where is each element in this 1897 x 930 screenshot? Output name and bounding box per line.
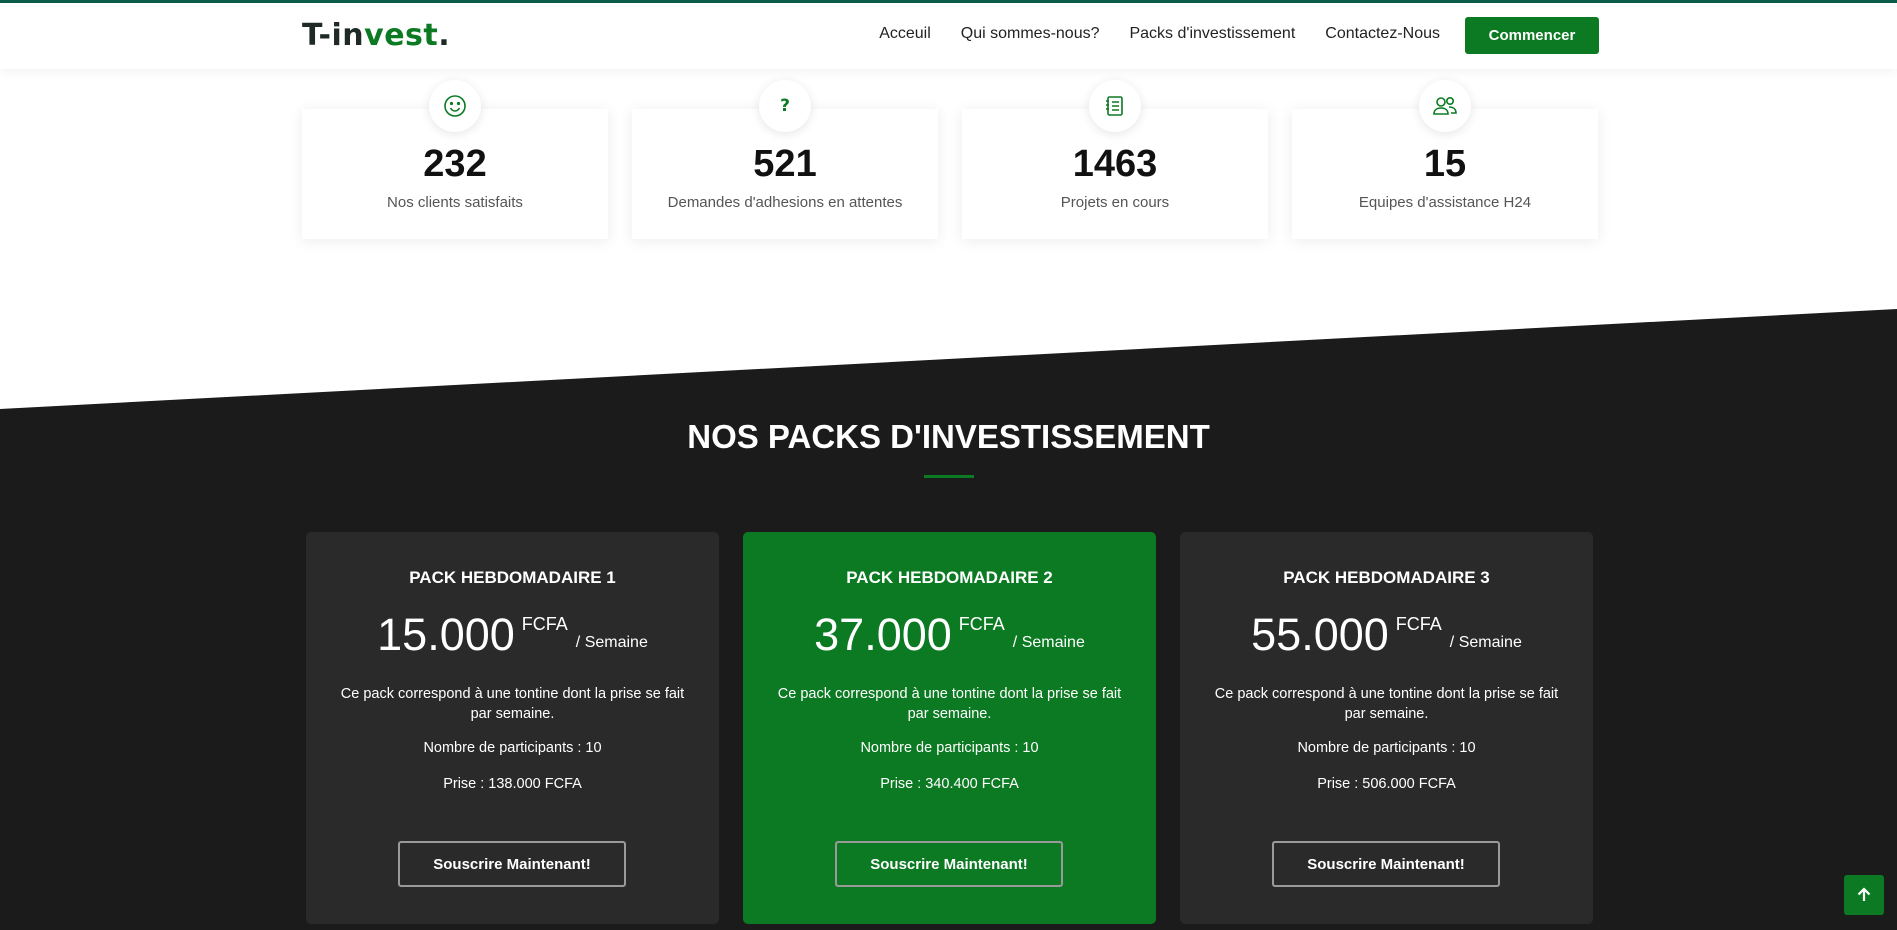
- pack-title: PACK HEBDOMADAIRE 3: [1283, 568, 1490, 587]
- pack-period: / Semaine: [1449, 634, 1522, 651]
- pack-price: 37.000 FCFA / Semaine: [743, 612, 1156, 657]
- stat-card-clients: 232 Nos clients satisfaits: [302, 80, 608, 239]
- pack-card-1: PACK HEBDOMADAIRE 1 15.000 FCFA / Semain…: [306, 532, 719, 924]
- nav-link-packs[interactable]: Packs d'investissement: [1129, 25, 1295, 43]
- nav-link-contact[interactable]: Contactez-Nous: [1325, 25, 1440, 43]
- pack-period: / Semaine: [575, 634, 648, 651]
- stat-card-projects: 1463 Projets en cours: [962, 80, 1268, 239]
- back-to-top-button[interactable]: [1844, 875, 1884, 915]
- subscribe-button[interactable]: Souscrire Maintenant!: [1272, 841, 1500, 887]
- pack-card-3: PACK HEBDOMADAIRE 3 55.000 FCFA / Semain…: [1180, 532, 1593, 924]
- stat-card-requests: ? 521 Demandes d'adhesions en attentes: [632, 80, 938, 239]
- site-header: T-invest. Acceuil Qui sommes-nous? Packs…: [0, 3, 1897, 69]
- stat-value: 1463: [1072, 143, 1158, 185]
- subscribe-button[interactable]: Souscrire Maintenant!: [835, 841, 1063, 887]
- pack-price: 55.000 FCFA / Semaine: [1180, 612, 1593, 657]
- pack-participants: Nombre de participants : 10: [1297, 740, 1476, 756]
- pack-prise: Prise : 506.000 FCFA: [1317, 776, 1456, 792]
- main-nav: Acceuil Qui sommes-nous? Packs d'investi…: [879, 25, 1440, 43]
- start-button[interactable]: Commencer: [1465, 17, 1599, 54]
- stat-label: Demandes d'adhesions en attentes: [667, 194, 903, 211]
- brand-logo[interactable]: T-invest.: [302, 18, 450, 53]
- stat-label: Equipes d'assistance H24: [1358, 194, 1532, 211]
- pack-participants: Nombre de participants : 10: [423, 740, 602, 756]
- pack-amount: 37.000: [814, 609, 952, 660]
- pack-amount: 55.000: [1251, 609, 1389, 660]
- pack-description: Ce pack correspond à une tontine dont la…: [340, 686, 685, 722]
- stat-label: Nos clients satisfaits: [387, 194, 523, 211]
- pack-currency: FCFA: [521, 614, 568, 634]
- nav-link-accueil[interactable]: Acceuil: [879, 25, 931, 43]
- people-icon: [1419, 80, 1471, 132]
- pack-amount: 15.000: [377, 609, 515, 660]
- document-list-icon: [1089, 80, 1141, 132]
- pack-price: 15.000 FCFA / Semaine: [306, 612, 719, 657]
- pack-description: Ce pack correspond à une tontine dont la…: [1214, 686, 1559, 722]
- pack-currency: FCFA: [958, 614, 1005, 634]
- pack-description: Ce pack correspond à une tontine dont la…: [777, 686, 1122, 722]
- stat-value: 15: [1423, 143, 1467, 185]
- title-underline: [924, 475, 974, 478]
- pack-prise: Prise : 138.000 FCFA: [443, 776, 582, 792]
- smiley-icon: [429, 80, 481, 132]
- stat-value: 232: [423, 143, 487, 185]
- pack-prise: Prise : 340.400 FCFA: [880, 776, 1019, 792]
- pack-title: PACK HEBDOMADAIRE 2: [846, 568, 1053, 587]
- pack-period: / Semaine: [1012, 634, 1085, 651]
- stat-card-teams: 15 Equipes d'assistance H24: [1292, 80, 1598, 239]
- nav-link-about[interactable]: Qui sommes-nous?: [961, 25, 1100, 43]
- arrow-up-icon: [1857, 887, 1871, 901]
- stat-value: 521: [753, 143, 817, 185]
- pack-currency: FCFA: [1395, 614, 1442, 634]
- pack-participants: Nombre de participants : 10: [860, 740, 1039, 756]
- pack-card-2: PACK HEBDOMADAIRE 2 37.000 FCFA / Semain…: [743, 532, 1156, 924]
- packs-section-title: NOS PACKS D'INVESTISSEMENT: [687, 418, 1210, 455]
- pack-title: PACK HEBDOMADAIRE 1: [409, 568, 616, 587]
- subscribe-button[interactable]: Souscrire Maintenant!: [398, 841, 626, 887]
- stat-label: Projets en cours: [1060, 194, 1170, 211]
- question-icon: ?: [759, 80, 811, 132]
